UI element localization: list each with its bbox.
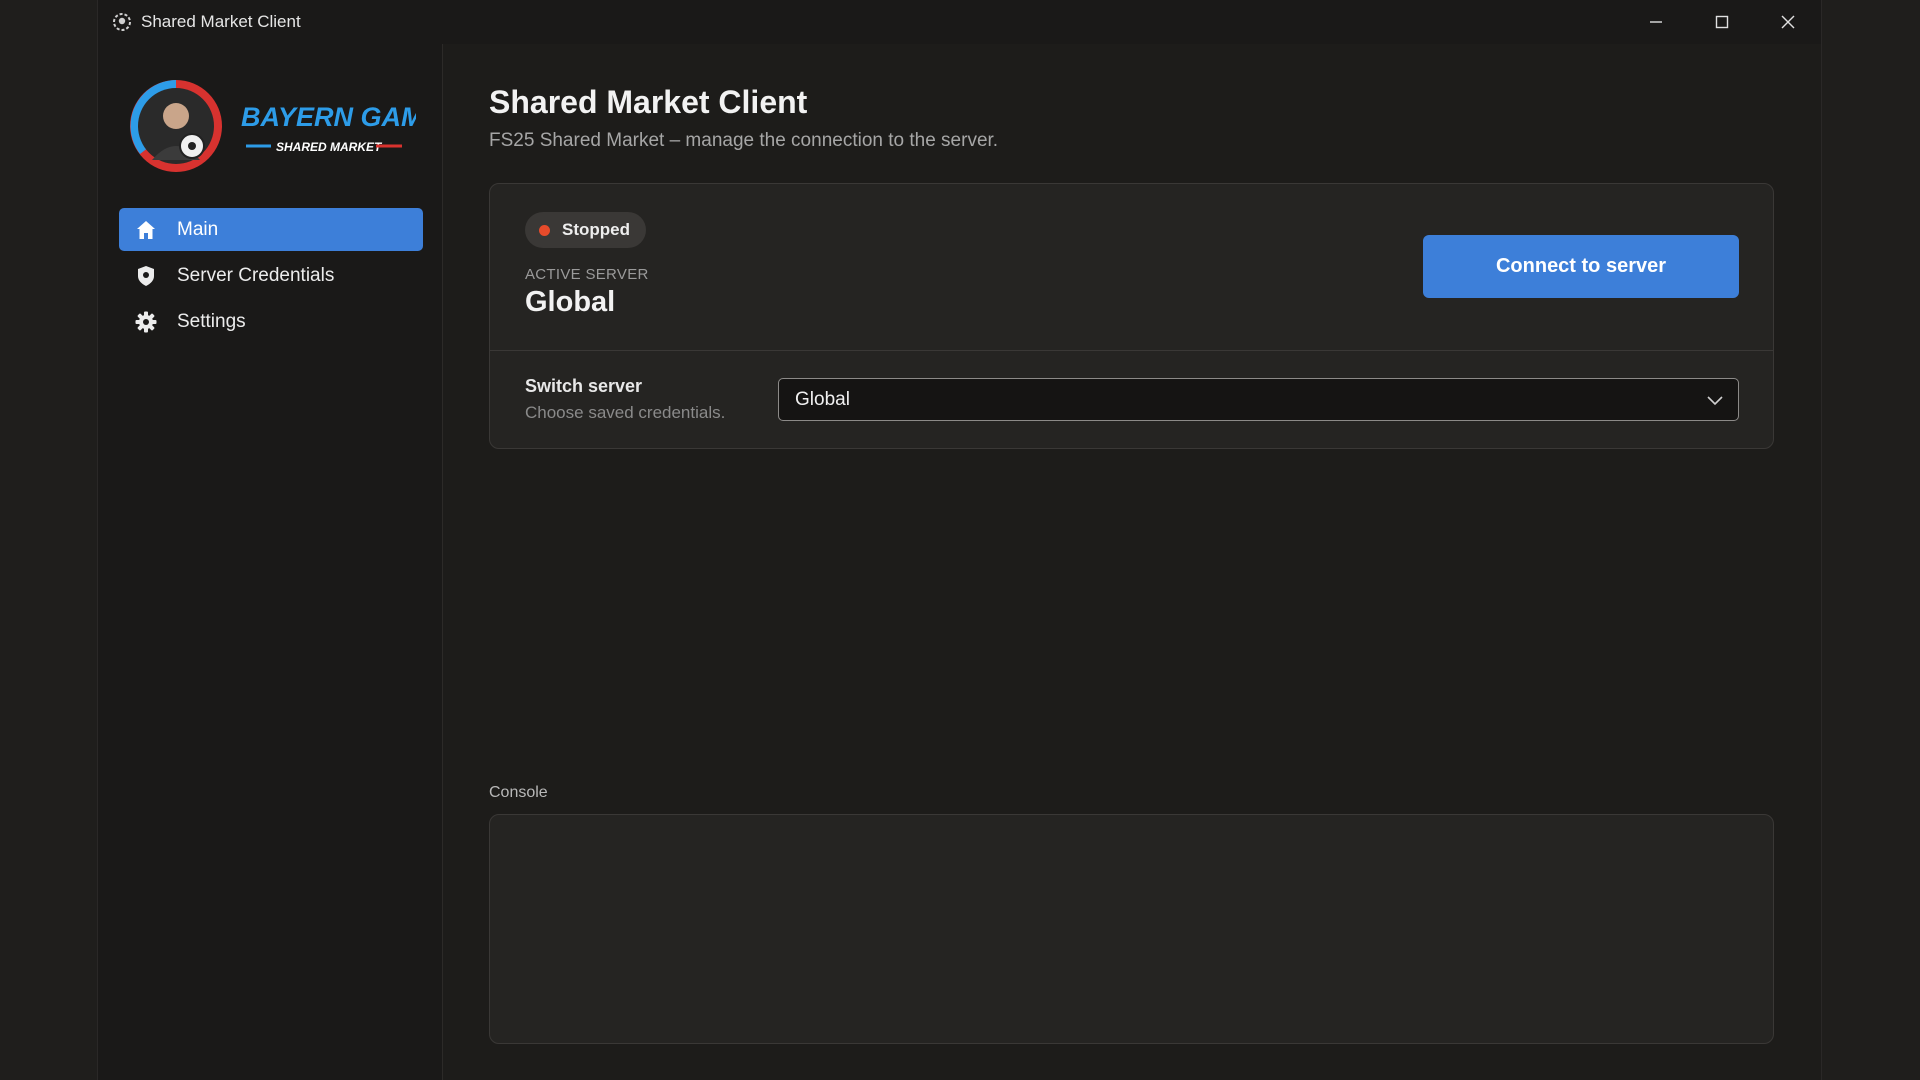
chevron-down-icon [1707,396,1723,406]
logo-line1: BAYERN GAMERS [241,102,416,132]
active-server-value: Global [525,286,616,318]
sidebar-item-settings[interactable]: Settings [119,300,423,343]
active-server-label: ACTIVE SERVER [525,266,649,283]
server-card: Stopped ACTIVE SERVER Global Connect to … [489,183,1774,449]
sidebar: BAYERN GAMERS SHARED MARKET Main [98,44,479,1080]
window-title: Shared Market Client [141,12,301,31]
minimize-icon [1650,21,1662,23]
console-output[interactable] [489,814,1774,1044]
brand-logo: BAYERN GAMERS SHARED MARKET [126,76,479,176]
gear-icon [134,310,158,334]
desktop: Shared Market Client BAYERN GA SHARED MA… [0,0,1920,1080]
app-icon [111,11,133,33]
sidebar-item-label: Main [177,218,219,240]
status-label: Stopped [562,220,630,239]
close-button[interactable] [1755,0,1821,44]
title-bar[interactable]: Shared Market Client [98,0,1821,44]
connect-button[interactable]: Connect to server [1423,235,1739,298]
page-title: Shared Market Client [489,84,808,120]
switch-server-hint: Choose saved credentials. [525,403,726,422]
sidebar-nav: Main Server Credentials Settings [119,208,423,346]
status-badge: Stopped [525,212,646,248]
maximize-icon [1715,15,1729,29]
shield-icon [134,264,158,288]
app-window: Shared Market Client BAYERN GA SHARED MA… [97,0,1822,1080]
server-select-value: Global [795,388,850,410]
close-icon [1781,15,1795,29]
page-subtitle: FS25 Shared Market – manage the connecti… [489,130,999,151]
home-icon [134,218,158,242]
server-card-header: Stopped ACTIVE SERVER Global Connect to … [490,184,1773,351]
server-select[interactable]: Global [778,378,1739,421]
sidebar-item-main[interactable]: Main [119,208,423,251]
sidebar-item-label: Server Credentials [177,264,335,286]
logo-line2: SHARED MARKET [276,140,383,154]
window-controls [1623,0,1821,44]
console-label: Console [489,784,548,801]
sidebar-item-label: Settings [177,310,246,332]
status-dot-icon [539,224,550,236]
sidebar-item-server-credentials[interactable]: Server Credentials [119,254,423,297]
maximize-button[interactable] [1689,0,1755,44]
main-panel: Shared Market Client FS25 Shared Market … [443,44,1821,1080]
switch-server-label: Switch server [525,376,643,396]
minimize-button[interactable] [1623,0,1689,44]
